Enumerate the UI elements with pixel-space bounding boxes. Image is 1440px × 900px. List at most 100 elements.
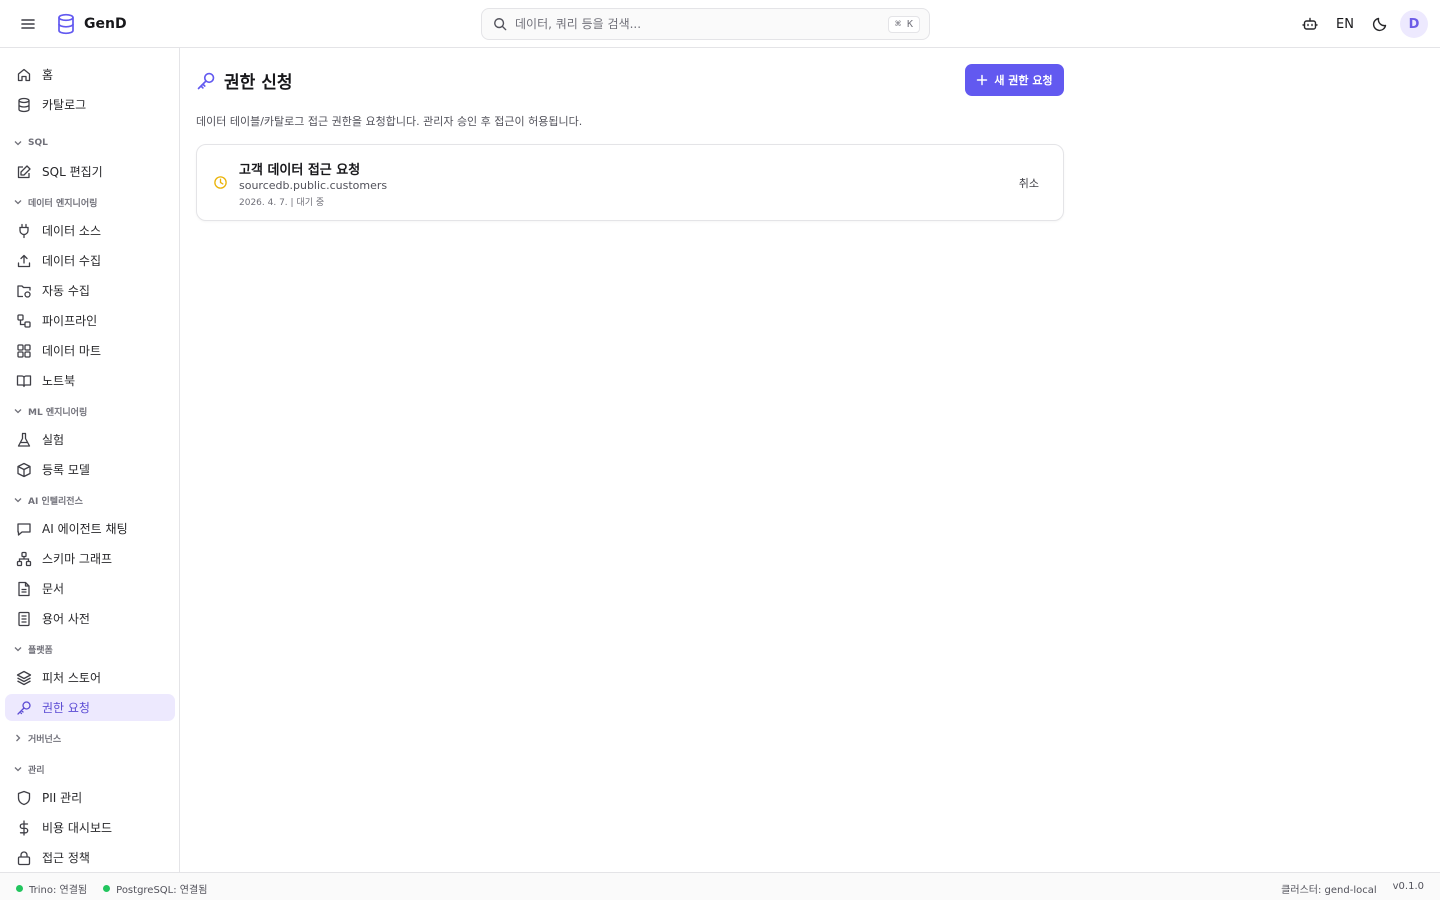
sidebar-item-glossary[interactable]: 용어 사전	[5, 605, 175, 632]
sidebar-item-label: PII 관리	[42, 791, 83, 805]
page-description: 데이터 테이블/카탈로그 접근 권한을 요청합니다. 관리자 승인 후 접근이 …	[196, 115, 583, 128]
section-label: ML 엔지니어링	[28, 407, 88, 418]
sidebar-item-notebook[interactable]: 노트북	[5, 367, 175, 394]
database-icon	[16, 97, 32, 113]
global-search[interactable]: ⌘ K	[481, 8, 930, 40]
sidebar-item-data-mart[interactable]: 데이터 마트	[5, 337, 175, 364]
request-resource: sourcedb.public.customers	[239, 179, 388, 192]
chevron-down-icon	[14, 200, 22, 205]
sidebar-item-data-ingest[interactable]: 데이터 수집	[5, 247, 175, 274]
section-label: AI 인텔리전스	[28, 496, 83, 507]
sidebar-item-label: 접근 정책	[42, 851, 90, 865]
sidebar-item-label: 문서	[42, 582, 65, 596]
sidebar-item-cost-dashboard[interactable]: 비용 대시보드	[5, 814, 175, 841]
sidebar-item-label: 스키마 그래프	[42, 552, 113, 566]
key-icon	[196, 71, 216, 91]
sidebar-item-catalog[interactable]: 카탈로그	[5, 91, 175, 118]
request-title: 고객 데이터 접근 요청	[239, 163, 361, 178]
section-data-engineering[interactable]: 데이터 엔지니어링	[13, 195, 97, 209]
sidebar-item-pii[interactable]: PII 관리	[5, 784, 175, 811]
section-label: 데이터 엔지니어링	[28, 198, 98, 209]
dollar-icon	[16, 819, 32, 836]
grid-icon	[16, 343, 32, 359]
user-avatar[interactable]: D	[1400, 10, 1428, 38]
sidebar-item-sql-editor[interactable]: SQL 편집기	[5, 158, 175, 185]
postgres-status-text: PostgreSQL: 연결됨	[116, 885, 208, 896]
ai-bot-icon[interactable]	[1296, 10, 1324, 38]
section-label: 거버넌스	[28, 734, 62, 745]
sidebar-item-label: 파이프라인	[42, 314, 98, 328]
network-icon	[16, 551, 32, 567]
flask-icon	[16, 432, 32, 448]
menu-icon[interactable]	[18, 14, 38, 34]
status-bar: Trino: 연결됨 PostgreSQL: 연결됨 클러스터: gend-lo…	[0, 872, 1440, 900]
postgres-status: PostgreSQL: 연결됨	[103, 881, 207, 896]
clock-icon	[213, 175, 228, 190]
section-label: 플랫폼	[28, 645, 53, 656]
chevron-right-icon	[16, 734, 21, 742]
sidebar-item-schema-graph[interactable]: 스키마 그래프	[5, 545, 175, 572]
book-open-icon	[16, 373, 32, 389]
section-sql[interactable]: SQL	[13, 136, 48, 150]
sidebar-item-registered-model[interactable]: 등록 모델	[5, 456, 175, 483]
sidebar-item-access-request[interactable]: 권한 요청	[5, 694, 175, 721]
search-shortcut-badge: ⌘ K	[887, 15, 920, 33]
trino-status-text: Trino: 연결됨	[29, 885, 88, 896]
language-toggle[interactable]: EN	[1328, 17, 1362, 32]
section-label: SQL	[28, 138, 48, 148]
section-admin[interactable]: 관리	[13, 762, 45, 776]
moon-icon[interactable]	[1366, 10, 1394, 38]
sidebar-item-ai-chat[interactable]: AI 에이전트 채팅	[5, 515, 175, 542]
section-ml-engineering[interactable]: ML 엔지니어링	[13, 404, 87, 418]
plug-icon	[16, 223, 32, 239]
database-logo-icon	[56, 13, 76, 35]
file-text-icon	[16, 581, 32, 597]
sidebar-item-home[interactable]: 홈	[5, 61, 175, 88]
sidebar-item-auto-ingest[interactable]: 자동 수집	[5, 277, 175, 304]
section-governance[interactable]: 거버넌스	[13, 731, 61, 745]
page-title: 권한 신청	[224, 73, 293, 93]
page-header: 권한 신청	[196, 68, 292, 93]
sidebar-item-label: 용어 사전	[42, 612, 90, 626]
sidebar-item-label: 등록 모델	[42, 463, 90, 477]
chevron-down-icon	[14, 141, 22, 146]
cluster-name: 클러스터: gend-local	[1281, 885, 1377, 896]
search-icon	[493, 17, 507, 31]
layers-icon	[16, 670, 32, 686]
sidebar-item-label: 자동 수집	[42, 284, 90, 298]
main-content: 권한 신청 새 권한 요청 데이터 테이블/카탈로그 접근 권한을 요청합니다.…	[180, 48, 1440, 872]
sidebar-item-feature-store[interactable]: 피처 스토어	[5, 664, 175, 691]
section-platform[interactable]: 플랫폼	[13, 642, 53, 656]
chat-icon	[16, 521, 32, 537]
sidebar-item-data-source[interactable]: 데이터 소스	[5, 217, 175, 244]
section-label: 관리	[28, 765, 45, 776]
sidebar-item-label: 실험	[42, 433, 65, 447]
app-name: GenD	[84, 16, 127, 32]
cancel-request-button[interactable]: 취소	[1013, 173, 1045, 193]
list-doc-icon	[16, 611, 32, 627]
sidebar-item-label: 비용 대시보드	[42, 821, 113, 835]
logo[interactable]: GenD	[56, 13, 127, 35]
sidebar-item-label: 노트북	[42, 374, 76, 388]
chevron-down-icon	[14, 767, 22, 772]
lock-icon	[16, 850, 32, 866]
top-bar: GenD ⌘ K EN D	[0, 0, 1440, 48]
section-ai-intelligence[interactable]: AI 인텔리전스	[13, 493, 83, 507]
chevron-down-icon	[14, 647, 22, 652]
sidebar-item-label: 권한 요청	[42, 701, 90, 715]
folder-sync-icon	[16, 283, 32, 299]
trino-status: Trino: 연결됨	[16, 881, 87, 896]
workflow-icon	[16, 313, 32, 329]
sidebar-item-documents[interactable]: 문서	[5, 575, 175, 602]
button-label: 새 권한 요청	[994, 74, 1053, 87]
new-access-request-button[interactable]: 새 권한 요청	[965, 64, 1064, 96]
app-version: v0.1.0	[1392, 881, 1424, 892]
chevron-down-icon	[14, 409, 22, 414]
edit-icon	[16, 164, 32, 180]
sidebar-item-label: 피처 스토어	[42, 671, 102, 685]
search-input[interactable]	[515, 17, 888, 31]
sidebar-item-pipeline[interactable]: 파이프라인	[5, 307, 175, 334]
sidebar-item-experiment[interactable]: 실험	[5, 426, 175, 453]
chevron-down-icon	[14, 498, 22, 503]
sidebar-item-access-policy[interactable]: 접근 정책	[5, 844, 175, 871]
